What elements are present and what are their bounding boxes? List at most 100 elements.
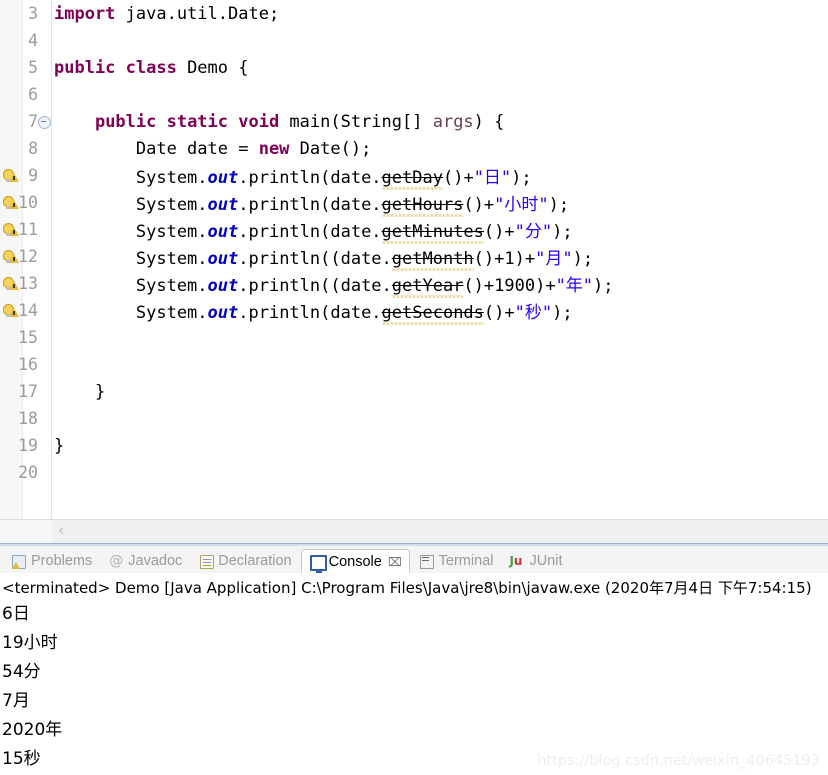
line-number: 8	[28, 139, 38, 158]
code-token: System.	[54, 249, 208, 269]
code-line[interactable]: 20	[0, 459, 828, 486]
code-token: );	[572, 249, 594, 269]
code-token: );	[552, 303, 573, 323]
tab-label: Console	[328, 553, 382, 570]
javadoc-icon: @	[109, 552, 124, 569]
code-line[interactable]: 18	[0, 405, 828, 432]
deprecated-method-name: getDay	[381, 168, 444, 190]
code-editor[interactable]: 3 import java.util.Date; 4 5 public class De…	[0, 0, 828, 519]
deprecated-method-name: getMinutes	[381, 222, 485, 244]
code-token: ()+1900)+	[463, 276, 556, 296]
code-line-text: public static void main(String[] args) {	[44, 112, 828, 132]
code-line[interactable]: 9 System.out.println(date.getDay()+"日");	[0, 162, 828, 190]
tab-list: Problems @ Javadoc Declaration Console ⌧ Termi…	[0, 546, 828, 573]
line-number: 18	[18, 409, 38, 428]
code-line[interactable]: 3 import java.util.Date;	[0, 0, 828, 27]
code-token: .println((date.	[238, 276, 392, 296]
scroll-left-arrow-icon[interactable]: ‹	[54, 524, 68, 539]
code-token: ()+1)+	[473, 249, 536, 269]
view-tab-bar[interactable]: Problems @ Javadoc Declaration Console ⌧ Termi…	[0, 546, 828, 574]
line-number: 15	[18, 328, 38, 347]
code-token: "秒"	[514, 303, 553, 323]
line-number: 3	[28, 4, 38, 23]
deprecation-warning-icon[interactable]	[2, 221, 20, 238]
code-token: out	[207, 222, 239, 242]
code-token: System.	[54, 168, 208, 188]
editor-horizontal-scrollbar[interactable]: ‹	[0, 519, 828, 544]
code-line-text: System.out.println(date.getSeconds()+"秒"…	[44, 298, 828, 325]
tab-terminal[interactable]: Terminal	[412, 549, 501, 573]
code-line[interactable]: 4	[0, 27, 828, 54]
console-view[interactable]: <terminated> Demo [Java Application] C:\…	[0, 573, 828, 775]
code-line[interactable]: 8 Date date = new Date();	[0, 135, 828, 162]
code-line[interactable]: 5 public class Demo {	[0, 54, 828, 81]
code-token: ) {	[473, 111, 505, 132]
code-token: System.	[54, 195, 208, 215]
code-token: Date();	[299, 138, 372, 159]
code-line[interactable]: 19}	[0, 432, 828, 459]
code-line-text: System.out.println(date.getDay()+"日");	[44, 163, 828, 190]
tab-junit[interactable]: Ju JUnit	[502, 549, 569, 573]
code-line[interactable]: 10 System.out.println(date.getHours()+"小…	[0, 189, 828, 217]
deprecation-warning-icon[interactable]	[2, 194, 20, 211]
close-icon[interactable]: ⌧	[388, 555, 402, 569]
console-output: 6日 19小时 54分 7月 2020年 15秒	[0, 600, 828, 774]
tab-console[interactable]: Console ⌧	[300, 549, 410, 573]
console-output-line: 6日	[2, 604, 30, 624]
code-line[interactable]: 13 System.out.println((date.getYear()+19…	[0, 270, 828, 298]
code-token: ()+	[463, 195, 495, 215]
scrollbar-corner	[0, 520, 52, 543]
terminal-icon	[419, 554, 435, 569]
code-token: .println(date.	[238, 303, 382, 323]
code-token: "小时"	[494, 195, 549, 215]
tab-declaration[interactable]: Declaration	[191, 549, 298, 573]
tab-javadoc[interactable]: @ Javadoc	[101, 549, 189, 573]
tab-label: Terminal	[438, 553, 494, 569]
code-line[interactable]: 12 System.out.println((date.getMonth()+1…	[0, 243, 828, 271]
deprecation-warning-icon[interactable]	[2, 248, 20, 265]
console-output-line: 54分	[2, 662, 41, 682]
line-number: 19	[18, 436, 38, 455]
deprecation-warning-icon[interactable]	[2, 167, 20, 184]
deprecated-method-name: getHours	[381, 195, 464, 217]
code-line[interactable]: 7 public static void main(String[] args)…	[0, 108, 828, 135]
tab-problems[interactable]: Problems	[4, 549, 99, 573]
code-token: ()+	[442, 168, 474, 188]
code-token: .println(date.	[238, 195, 382, 215]
code-line-text: import java.util.Date;	[44, 4, 828, 24]
code-token: .println((date.	[238, 249, 392, 269]
code-line[interactable]: 11 System.out.println(date.getMinutes()+…	[0, 216, 828, 244]
code-token: public class	[54, 57, 188, 78]
code-token: Demo {	[187, 57, 249, 78]
code-line[interactable]: 16	[0, 351, 828, 378]
code-line[interactable]: 17 }	[0, 378, 828, 405]
code-token: out	[207, 303, 239, 323]
code-fold-collapse-icon[interactable]	[38, 116, 51, 129]
code-token: );	[548, 195, 570, 215]
code-token: "日"	[473, 168, 512, 188]
code-line[interactable]: 6	[0, 81, 828, 108]
deprecation-warning-icon[interactable]	[2, 275, 20, 292]
code-token: }	[54, 381, 106, 402]
code-line-text: System.out.println(date.getHours()+"小时")…	[44, 190, 828, 217]
code-token: ()+	[483, 303, 515, 323]
code-line-text: System.out.println((date.getMonth()+1)+"…	[44, 244, 828, 271]
code-token: .println(date.	[238, 168, 382, 188]
code-token: java.util.Date;	[125, 3, 280, 24]
line-number: 16	[18, 355, 38, 374]
code-token: out	[207, 249, 239, 269]
code-token: );	[593, 276, 614, 296]
code-token: );	[552, 222, 573, 242]
code-line-text: public class Demo {	[44, 58, 828, 78]
code-line[interactable]: 14 System.out.println(date.getSeconds()+…	[0, 297, 828, 325]
code-line-text: System.out.println(date.getMinutes()+"分"…	[44, 217, 828, 244]
tab-label: JUnit	[529, 553, 563, 569]
console-output-line: 2020年	[2, 720, 63, 740]
watermark-text: https://blog.csdn.net/weixin_40645193	[537, 753, 820, 769]
code-token: }	[54, 435, 65, 456]
deprecated-method-name: getYear	[391, 276, 464, 298]
code-line-list: 3 import java.util.Date; 4 5 public class De…	[0, 0, 828, 486]
deprecation-warning-icon[interactable]	[2, 302, 20, 319]
code-line[interactable]: 15	[0, 324, 828, 351]
